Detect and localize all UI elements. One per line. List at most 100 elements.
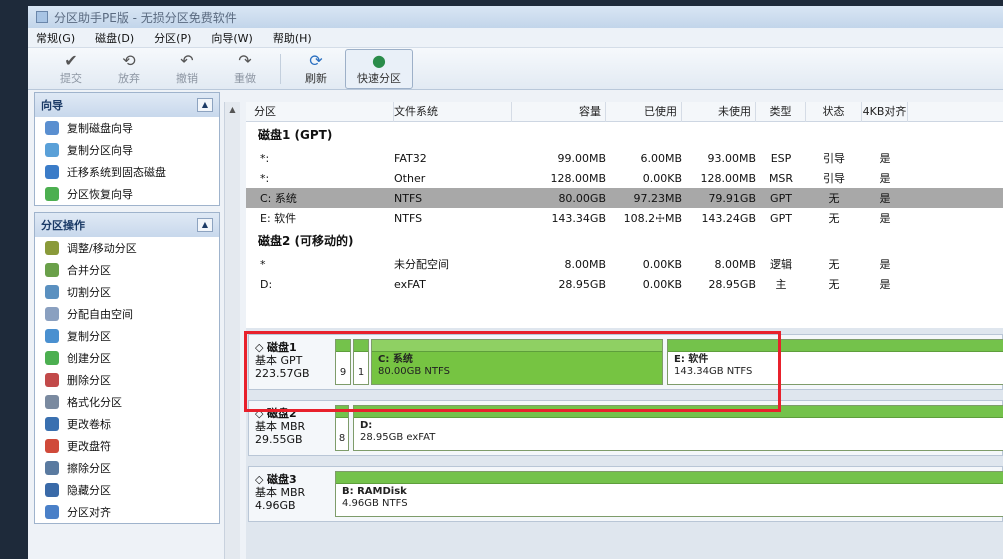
col-used[interactable]: 已使用 <box>606 101 682 122</box>
table-row[interactable]: D: exFAT 28.95GB 0.00KB 28.95GB 主 无 是 <box>246 274 1003 294</box>
op-split[interactable]: 切割分区 <box>35 281 219 303</box>
op-label: 创建分区 <box>67 352 111 365</box>
menu-general[interactable]: 常规(G) <box>36 30 75 46</box>
table-row-selected[interactable]: C: 系统 NTFS 80.00GB 97.23MB 79.91GB GPT 无… <box>246 188 1003 208</box>
wizard-panel-title: 向导 <box>41 99 63 112</box>
menu-partition[interactable]: 分区(P) <box>154 30 191 46</box>
wizard-copy-partition[interactable]: 复制分区向导 <box>35 139 219 161</box>
undo-button[interactable]: ↶ 撤销 <box>158 51 216 86</box>
op-delete[interactable]: 删除分区 <box>35 369 219 391</box>
cell-type: GPT <box>770 211 792 225</box>
table-row[interactable]: *: FAT32 99.00MB 6.00MB 93.00MB ESP 引导 是 <box>246 148 1003 168</box>
menu-help[interactable]: 帮助(H) <box>273 30 312 46</box>
op-label: 合并分区 <box>67 264 111 277</box>
b-drive-name: B: RAMDisk <box>342 486 407 497</box>
copy-disk-icon <box>45 121 59 135</box>
format-icon <box>45 395 59 409</box>
op-copy[interactable]: 复制分区 <box>35 325 219 347</box>
commit-label: 提交 <box>60 71 82 85</box>
op-merge[interactable]: 合并分区 <box>35 259 219 281</box>
disk3-b-segment[interactable]: B: RAMDisk 4.96GB NTFS <box>335 471 1003 517</box>
op-create[interactable]: 创建分区 <box>35 347 219 369</box>
wipe-icon <box>45 461 59 475</box>
op-label: 复制分区 <box>67 330 111 343</box>
disk2-header: 磁盘2 (可移动的) <box>258 234 354 248</box>
cell-partition: *: <box>260 171 270 185</box>
refresh-icon: ⟳ <box>309 50 323 70</box>
drive-letter-icon <box>45 439 59 453</box>
cell-free: 8.00MB <box>714 257 756 271</box>
col-free[interactable]: 未使用 <box>682 101 756 122</box>
wizard-copy-disk[interactable]: 复制磁盘向导 <box>35 117 219 139</box>
cell-capacity: 99.00MB <box>557 151 606 165</box>
cell-used: 6.00MB <box>640 151 682 165</box>
op-label: 擦除分区 <box>67 462 111 475</box>
cell-type: 逻辑 <box>770 258 792 271</box>
quick-partition-button[interactable]: ● 快速分区 <box>345 48 413 89</box>
partition-ops-panel: 分区操作 ▲ 调整/移动分区 合并分区 切割分区 分配自由空间 复制分区 创建分… <box>34 212 220 524</box>
cell-capacity: 28.95GB <box>558 277 606 291</box>
quick-partition-label: 快速分区 <box>357 71 401 85</box>
cell-status: 引导 <box>823 172 845 185</box>
cell-align: 是 <box>879 278 891 291</box>
d-drive-name: D: <box>360 420 373 431</box>
collapse-icon[interactable]: ▲ <box>197 98 213 112</box>
op-label: 隐藏分区 <box>67 484 111 497</box>
cell-used: 0.00KB <box>642 257 682 271</box>
cell-used: 0.00KB <box>642 171 682 185</box>
cell-status: 无 <box>828 212 840 225</box>
op-align[interactable]: 分区对齐 <box>35 501 219 523</box>
left-scrollbar[interactable]: ▲ <box>224 102 240 559</box>
cell-type: MSR <box>768 171 794 185</box>
resize-icon <box>45 241 59 255</box>
merge-icon <box>45 263 59 277</box>
col-filesystem[interactable]: 文件系统 <box>394 101 512 122</box>
redo-button[interactable]: ↷ 重做 <box>216 51 274 86</box>
op-label: 调整/移动分区 <box>67 242 137 255</box>
cell-align: 是 <box>879 192 891 205</box>
cell-type: 主 <box>775 278 787 291</box>
commit-button[interactable]: ✔ 提交 <box>42 51 100 86</box>
discard-button[interactable]: ⟲ 放弃 <box>100 51 158 86</box>
copy-icon <box>45 329 59 343</box>
cell-free: 143.24GB <box>701 211 756 225</box>
op-format[interactable]: 格式化分区 <box>35 391 219 413</box>
ops-panel-header: 分区操作 ▲ <box>35 213 219 237</box>
refresh-button[interactable]: ⟳ 刷新 <box>287 50 345 86</box>
col-4k-align[interactable]: 4KB对齐 <box>862 101 908 122</box>
toolbar-separator <box>280 53 281 84</box>
op-resize-move[interactable]: 调整/移动分区 <box>35 237 219 259</box>
menu-disk[interactable]: 磁盘(D) <box>95 30 134 46</box>
menu-wizard[interactable]: 向导(W) <box>211 30 252 46</box>
table-row[interactable]: E: 软件 NTFS 143.34GB 108.2☩MB 143.24GB GP… <box>246 208 1003 228</box>
op-label: 分配自由空间 <box>67 308 133 321</box>
col-status[interactable]: 状态 <box>806 101 862 122</box>
op-wipe[interactable]: 擦除分区 <box>35 457 219 479</box>
quick-partition-icon: ● <box>372 50 386 70</box>
op-hide[interactable]: 隐藏分区 <box>35 479 219 501</box>
cell-partition: D: <box>260 277 273 291</box>
cell-filesystem: NTFS <box>394 191 423 205</box>
col-capacity[interactable]: 容量 <box>512 101 606 122</box>
op-allocate-free-space[interactable]: 分配自由空间 <box>35 303 219 325</box>
cell-used: 97.23MB <box>633 191 682 205</box>
cell-partition: C: 系统 <box>260 192 297 205</box>
op-change-label[interactable]: 更改卷标 <box>35 413 219 435</box>
table-row[interactable]: *: Other 128.00MB 0.00KB 128.00MB MSR 引导… <box>246 168 1003 188</box>
cell-filesystem: exFAT <box>394 277 426 291</box>
op-change-letter[interactable]: 更改盘符 <box>35 435 219 457</box>
col-type[interactable]: 类型 <box>756 101 806 122</box>
scroll-up-icon[interactable]: ▲ <box>225 102 240 118</box>
op-label: 更改盘符 <box>67 440 111 453</box>
usage-bar <box>336 472 1003 484</box>
collapse-icon[interactable]: ▲ <box>197 218 213 232</box>
wizard-partition-recovery[interactable]: 分区恢复向导 <box>35 183 219 205</box>
disk3-map[interactable]: ◇ 磁盘3 基本 MBR 4.96GB B: RAMDisk 4.96GB NTF… <box>248 466 1003 522</box>
hide-icon <box>45 483 59 497</box>
split-icon <box>45 285 59 299</box>
wizard-migrate-os[interactable]: 迁移系统到固态磁盘 <box>35 161 219 183</box>
col-partition[interactable]: 分区 <box>246 101 394 122</box>
table-row[interactable]: * 未分配空间 8.00MB 0.00KB 8.00MB 逻辑 无 是 <box>246 254 1003 274</box>
app-icon <box>36 11 48 23</box>
app-window: 分区助手PE版 - 无损分区免费软件 常规(G) 磁盘(D) 分区(P) 向导(… <box>28 6 1003 559</box>
